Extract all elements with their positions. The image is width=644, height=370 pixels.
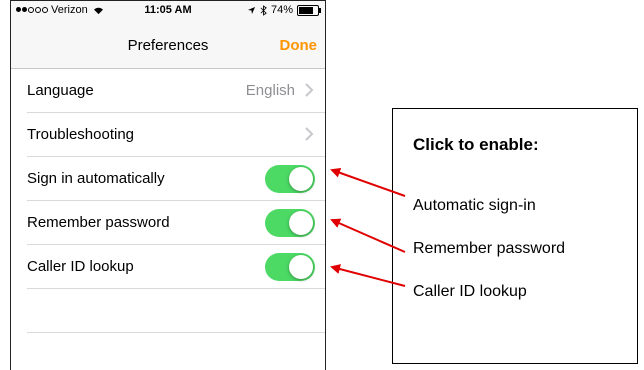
language-label: Language	[27, 82, 94, 99]
troubleshooting-label: Troubleshooting	[27, 126, 135, 143]
callout-item-caller-id-lookup: Caller ID lookup	[413, 283, 527, 300]
empty-row	[27, 289, 325, 333]
toggle-knob	[289, 167, 313, 191]
language-row[interactable]: Language English	[27, 69, 325, 113]
settings-list: Language English Troubleshooting Sign in…	[11, 69, 325, 333]
callout-title: Click to enable:	[413, 135, 539, 154]
chevron-right-icon	[305, 83, 314, 97]
callout-item-automatic-sign-in: Automatic sign-in	[413, 197, 536, 214]
location-arrow-icon	[247, 6, 256, 14]
navigation-bar: Preferences Done	[11, 21, 325, 69]
sign-in-automatically-row: Sign in automatically	[27, 157, 325, 201]
toggle-knob	[289, 211, 313, 235]
caller-id-lookup-label: Caller ID lookup	[27, 258, 134, 275]
bluetooth-icon	[260, 4, 267, 16]
battery-percent: 74%	[270, 4, 293, 16]
status-bar: Verizon 11:05 AM 74%	[11, 1, 325, 21]
remember-password-label: Remember password	[27, 214, 170, 231]
remember-password-toggle[interactable]	[265, 209, 315, 237]
callout-item-remember-password: Remember password	[413, 240, 566, 257]
annotation-callout-box: Click to enable: Automatic sign-in Remem…	[392, 108, 638, 364]
status-right: 74%	[247, 4, 321, 16]
chevron-right-icon	[305, 127, 314, 141]
phone-screenshot: Verizon 11:05 AM 74% Preferences Done La…	[10, 0, 326, 370]
page-title: Preferences	[127, 37, 209, 54]
battery-icon	[297, 4, 321, 16]
remember-password-row: Remember password	[27, 201, 325, 245]
toggle-knob	[289, 255, 313, 279]
language-value: English	[245, 82, 295, 99]
caller-id-lookup-toggle[interactable]	[265, 253, 315, 281]
done-button[interactable]: Done	[280, 37, 318, 54]
caller-id-lookup-row: Caller ID lookup	[27, 245, 325, 289]
sign-in-automatically-toggle[interactable]	[265, 165, 315, 193]
troubleshooting-row[interactable]: Troubleshooting	[27, 113, 325, 157]
sign-in-automatically-label: Sign in automatically	[27, 170, 165, 187]
